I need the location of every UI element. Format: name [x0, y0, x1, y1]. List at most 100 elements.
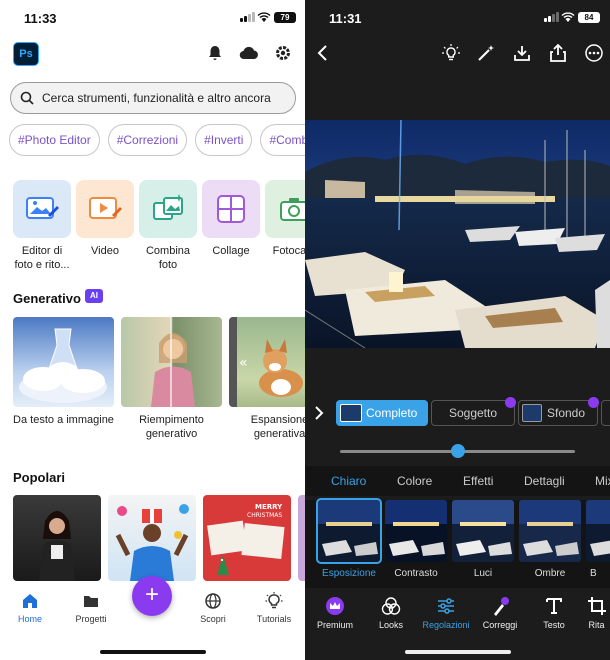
collage-icon — [202, 180, 260, 238]
more-icon[interactable] — [585, 44, 603, 62]
tool-label: Collage — [212, 245, 250, 257]
toolbar-label: Rita — [588, 620, 605, 630]
slider-handle[interactable] — [450, 444, 465, 458]
magic-wand-icon[interactable] — [477, 44, 495, 62]
share-icon[interactable] — [549, 44, 567, 62]
popular-card-christmas[interactable]: MERRY CHRISTMAS — [203, 495, 291, 581]
nav-tutorials[interactable]: Tutorials — [244, 592, 304, 624]
download-icon[interactable] — [513, 44, 531, 62]
home-indicator — [405, 650, 511, 654]
back-chevron-icon[interactable] — [314, 44, 332, 62]
editor-screen: 11:31 84 Completo Soggetto Sfondo Chiaro… — [305, 0, 610, 660]
toolbar-label: Premium — [316, 620, 353, 630]
quick-tools: Editor di foto e rito... Video Combina f… — [13, 180, 305, 272]
tool-ritaglia[interactable]: Rita — [583, 596, 610, 630]
mask-soggetto[interactable]: Soggetto — [431, 397, 516, 426]
chip-photo-editor[interactable]: #Photo Editor — [9, 124, 100, 156]
nav-label: Tutorials — [256, 614, 292, 624]
tab-dettagli[interactable]: Dettagli — [524, 474, 565, 488]
tool-looks[interactable]: Looks — [366, 596, 416, 630]
cloud-icon[interactable] — [238, 44, 260, 62]
gear-icon[interactable] — [274, 44, 292, 62]
nav-home[interactable]: Home — [0, 592, 60, 624]
premium-crown-icon — [588, 397, 599, 408]
gen-card-generative-fill[interactable]: Riempimento generativo — [121, 317, 222, 441]
auto-tone-bulb-icon[interactable] — [442, 44, 460, 62]
preset-thumbnail — [385, 500, 447, 562]
nav-progetti[interactable]: Progetti — [61, 592, 121, 624]
ai-badge: AI — [85, 289, 103, 303]
cellular-signal-icon — [240, 12, 255, 22]
mask-sfondo[interactable]: Sfondo — [518, 397, 599, 426]
preset-luci[interactable]: Luci — [452, 500, 514, 579]
chip-combina[interactable]: #Combina — [260, 124, 305, 156]
preset-thumbnail — [316, 498, 382, 564]
harbor-photo[interactable] — [305, 120, 610, 348]
folder-icon — [84, 596, 98, 607]
popular-card-portrait[interactable] — [13, 495, 101, 581]
hashtag-chips: #Photo Editor #Correzioni #Inverti #Comb… — [9, 124, 305, 156]
search-input[interactable]: Cerca strumenti, funzionalità e altro an… — [10, 82, 296, 114]
status-time: 11:33 — [24, 11, 57, 26]
chip-correzioni[interactable]: #Correzioni — [107, 124, 188, 156]
nav-label: Home — [17, 614, 42, 624]
gen-card-label: Da testo a immagine — [13, 414, 114, 426]
mask-thumbnail — [522, 404, 542, 422]
tool-correggi[interactable]: Correggi — [475, 596, 525, 630]
tool-regolazioni[interactable]: Regolazioni — [421, 596, 471, 630]
mask-thumbnail — [340, 404, 362, 422]
tab-colore[interactable]: Colore — [397, 474, 432, 488]
add-fab-button[interactable]: + — [132, 576, 172, 616]
mask-completo[interactable]: Completo — [336, 400, 428, 426]
gen-card-generative-expand[interactable]: « Espansione generativa — [229, 317, 305, 441]
tool-collage[interactable]: Collage — [202, 180, 260, 272]
bottom-navigation: Home Progetti + Scopri Tutorials — [0, 576, 305, 660]
preset-label: Esposizione — [322, 568, 376, 579]
popular-card-party[interactable] — [108, 495, 196, 581]
preset-partial[interactable]: B — [586, 500, 610, 579]
tool-video[interactable]: Video — [76, 180, 134, 272]
tool-camera[interactable]: Fotocam — [265, 180, 305, 272]
chip-inverti[interactable]: #Inverti — [195, 124, 253, 156]
popular-card-partial[interactable] — [298, 495, 305, 581]
lightbulb-icon — [265, 592, 283, 609]
crown-icon — [326, 597, 344, 615]
preset-ombre[interactable]: Ombre — [519, 500, 581, 579]
tool-photo-editor[interactable]: Editor di foto e rito... — [13, 180, 71, 272]
tab-mix[interactable]: Mix — [595, 474, 610, 488]
tab-effetti[interactable]: Effetti — [463, 474, 493, 488]
bell-icon[interactable] — [206, 44, 224, 62]
tool-premium[interactable]: Premium — [310, 596, 360, 630]
preset-label: Luci — [473, 568, 493, 579]
mask-add[interactable] — [601, 400, 610, 426]
preset-label: Ombre — [534, 568, 566, 579]
home-indicator — [100, 650, 206, 654]
photoshop-logo[interactable]: Ps — [13, 42, 39, 66]
tool-testo[interactable]: Testo — [529, 596, 579, 630]
preset-thumbnail — [586, 500, 610, 562]
toolbar-label: Testo — [543, 620, 565, 630]
woman-thumbnail — [121, 317, 222, 407]
tool-label: Editor di foto e rito... — [14, 245, 70, 271]
nav-label: Progetti — [75, 614, 107, 624]
nav-scopri[interactable]: Scopri — [183, 592, 243, 624]
search-placeholder: Cerca strumenti, funzionalità e altro an… — [42, 91, 271, 105]
dress-thumbnail — [13, 317, 114, 407]
gen-card-text-to-image[interactable]: Da testo a immagine — [13, 317, 114, 441]
gen-card-label: Riempimento generativo — [139, 414, 204, 440]
popular-title: Popolari — [13, 470, 66, 485]
toolbar-label: Correggi — [482, 620, 518, 630]
tab-chiaro[interactable]: Chiaro — [331, 474, 366, 488]
preset-esposizione[interactable]: Esposizione — [316, 498, 382, 579]
video-edit-icon — [76, 180, 134, 238]
preset-contrasto[interactable]: Contrasto — [385, 500, 447, 579]
text-icon — [546, 598, 562, 614]
tool-combina-foto[interactable]: Combina foto — [139, 180, 197, 272]
chevron-right-icon[interactable] — [313, 406, 325, 420]
wifi-icon — [561, 12, 575, 22]
toolbar-label: Looks — [378, 620, 404, 630]
preset-label: Contrasto — [394, 568, 438, 579]
search-icon — [20, 91, 34, 105]
toolbar-label: Regolazioni — [422, 620, 470, 630]
svg-text:MERRY: MERRY — [255, 503, 283, 511]
